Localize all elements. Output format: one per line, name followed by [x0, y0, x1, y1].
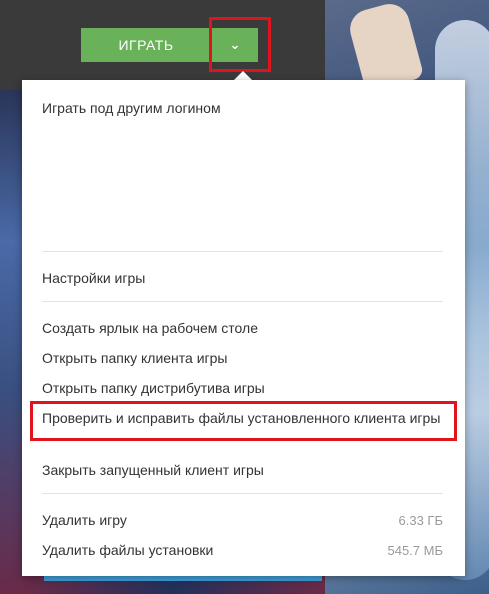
delete-install-files-size: 545.7 МБ [387, 542, 443, 558]
menu-item-create-shortcut[interactable]: Создать ярлык на рабочем столе [42, 320, 258, 336]
background-artwork-left [0, 90, 22, 594]
verify-repair-highlight-box [30, 401, 457, 441]
menu-item-game-settings[interactable]: Настройки игры [42, 270, 145, 286]
delete-game-label: Удалить игру [42, 512, 127, 528]
menu-item-delete-install-files[interactable]: Удалить файлы установки 545.7 МБ [42, 542, 443, 558]
menu-item-delete-game[interactable]: Удалить игру 6.33 ГБ [42, 512, 443, 528]
artwork-hand [345, 0, 425, 93]
background-artwork-bottom [22, 575, 325, 594]
dropdown-highlight-box [209, 17, 271, 72]
delete-game-size: 6.33 ГБ [398, 512, 443, 528]
menu-item-open-distrib-folder[interactable]: Открыть папку дистрибутива игры [42, 380, 265, 396]
menu-pointer-arrow [234, 71, 252, 80]
play-button[interactable]: ИГРАТЬ [81, 28, 211, 62]
menu-item-open-client-folder[interactable]: Открыть папку клиента игры [42, 350, 228, 366]
menu-separator [42, 251, 443, 252]
menu-separator [42, 301, 443, 302]
delete-install-files-label: Удалить файлы установки [42, 542, 214, 558]
menu-item-close-client[interactable]: Закрыть запущенный клиент игры [42, 462, 264, 478]
menu-item-login-other[interactable]: Играть под другим логином [42, 100, 221, 116]
menu-separator [42, 493, 443, 494]
play-options-menu: Играть под другим логином Настройки игры… [22, 80, 465, 576]
